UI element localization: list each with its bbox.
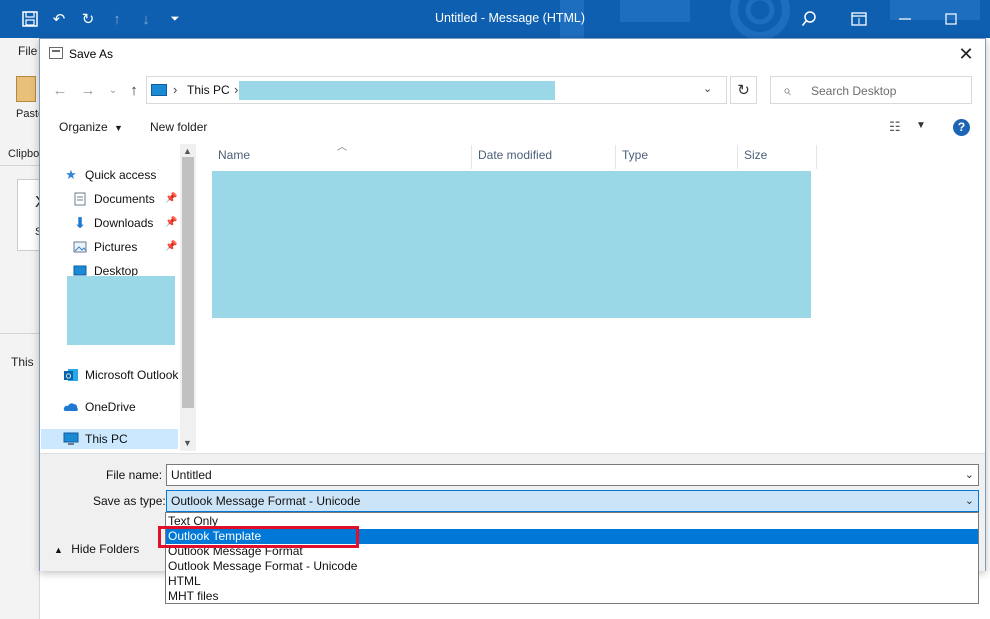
file-name-value: Untitled xyxy=(171,468,212,482)
close-button[interactable]: ✕ xyxy=(955,44,977,66)
outlook-icon: O xyxy=(63,367,79,383)
file-tab[interactable]: File xyxy=(18,44,37,58)
download-icon: ⬇ xyxy=(73,215,87,232)
maximize-icon[interactable] xyxy=(941,9,961,29)
chevron-down-icon[interactable]: ⌄ xyxy=(965,465,974,485)
redacted-folder xyxy=(67,276,175,345)
refresh-button[interactable]: ↻ xyxy=(730,76,757,104)
collapse-icon: ▲ xyxy=(54,545,63,555)
breadcrumb-this-pc[interactable]: This PC xyxy=(187,83,230,97)
dialog-window-icon xyxy=(49,47,63,59)
chevron-down-icon[interactable]: ⌄ xyxy=(965,491,974,511)
computer-icon xyxy=(63,431,79,447)
column-size[interactable]: Size xyxy=(738,145,817,169)
address-bar[interactable]: › This PC › ⌄ xyxy=(146,76,727,104)
svg-text:O: O xyxy=(66,373,72,381)
pictures-icon xyxy=(72,239,88,255)
column-name[interactable]: Name xyxy=(212,145,472,169)
change-view-icon[interactable]: ☷ xyxy=(889,119,901,135)
pin-icon[interactable]: 📌 xyxy=(165,241,177,252)
pin-icon[interactable]: 📌 xyxy=(165,193,177,204)
option-outlook-message-format-unicode[interactable]: Outlook Message Format - Unicode xyxy=(166,559,978,574)
help-icon[interactable]: ? xyxy=(953,119,970,136)
this-pc-icon xyxy=(151,84,167,96)
breadcrumb-separator[interactable]: › xyxy=(173,82,177,97)
search-box[interactable]: ⌕ Search Desktop xyxy=(770,76,972,104)
window-title: Untitled - Message (HTML) xyxy=(434,11,586,25)
address-dropdown-icon[interactable]: ⌄ xyxy=(703,82,712,95)
dialog-title: Save As xyxy=(69,47,114,61)
nav-documents-label: Documents xyxy=(94,192,155,206)
documents-icon xyxy=(72,191,88,207)
organize-label: Organize xyxy=(59,120,108,134)
nav-downloads-label: Downloads xyxy=(94,216,154,230)
save-as-type-value: Outlook Message Format - Unicode xyxy=(171,494,361,508)
option-outlook-template[interactable]: Outlook Template xyxy=(166,529,978,544)
nav-microsoft-outlook[interactable]: O Microsoft Outlook xyxy=(63,365,178,385)
search-placeholder: Search Desktop xyxy=(811,84,897,98)
clipboard-group-label: Clipbo xyxy=(8,148,40,160)
save-as-type-dropdown: Text Only Outlook Template Outlook Messa… xyxy=(165,512,979,604)
option-mht-files[interactable]: MHT files xyxy=(166,589,978,604)
chevron-down-icon: ▼ xyxy=(114,123,123,133)
recent-locations-icon[interactable]: ⌄ xyxy=(102,79,124,101)
hide-folders-button[interactable]: ▲ Hide Folders xyxy=(54,542,139,556)
save-as-dialog: Save As ✕ ← → ⌄ ↑ › This PC › ⌄ ↻ ⌕ Sear… xyxy=(39,38,986,571)
star-icon: ★ xyxy=(65,167,77,182)
ribbon-display-icon[interactable] xyxy=(849,9,869,29)
file-name-input[interactable]: Untitled ⌄ xyxy=(166,464,979,486)
column-date-modified[interactable]: Date modified xyxy=(472,145,616,169)
nav-documents[interactable]: Documents xyxy=(72,189,155,209)
nav-this-pc-label: This PC xyxy=(85,432,128,446)
forward-icon[interactable]: → xyxy=(77,79,99,101)
nav-microsoft-outlook-label: Microsoft Outlook xyxy=(85,368,179,382)
save-as-type-label: Save as type: xyxy=(93,494,166,508)
save-as-type-select[interactable]: Outlook Message Format - Unicode ⌄ xyxy=(166,490,979,512)
option-outlook-message-format[interactable]: Outlook Message Format xyxy=(166,544,978,559)
nav-quick-access[interactable]: ★ Quick access xyxy=(63,165,156,185)
body-text-fragment: This xyxy=(11,355,34,369)
back-icon[interactable]: ← xyxy=(49,79,71,101)
option-text-only[interactable]: Text Only xyxy=(166,514,978,529)
up-folder-icon[interactable]: ↑ xyxy=(123,79,145,101)
ribbon-divider xyxy=(0,165,40,166)
view-options-dropdown-icon[interactable]: ▼ xyxy=(916,120,926,131)
dialog-title-bar: Save As ✕ xyxy=(40,39,985,69)
nav-onedrive[interactable]: OneDrive xyxy=(63,397,136,417)
breadcrumb-separator-2[interactable]: › xyxy=(234,82,238,97)
pin-icon[interactable]: 📌 xyxy=(165,217,177,228)
file-name-label: File name: xyxy=(106,468,163,482)
redacted-path xyxy=(239,81,555,100)
title-bar: ↶ ↻ ↑ ↓ ⏷ Untitled - Message (HTML) xyxy=(0,0,990,38)
nav-downloads[interactable]: ⬇ Downloads xyxy=(72,213,154,233)
nav-onedrive-label: OneDrive xyxy=(85,400,136,414)
search-icon: ⌕ xyxy=(783,82,791,98)
option-html[interactable]: HTML xyxy=(166,574,978,589)
search-icon[interactable] xyxy=(799,9,819,29)
hide-folders-label: Hide Folders xyxy=(71,542,140,556)
cloud-icon xyxy=(63,399,79,415)
scroll-down-icon[interactable]: ▼ xyxy=(183,438,192,448)
organize-button[interactable]: Organize ▼ xyxy=(59,120,123,134)
column-type[interactable]: Type xyxy=(616,145,738,169)
redacted-file-list xyxy=(212,171,811,318)
nav-pictures[interactable]: Pictures xyxy=(72,237,137,257)
nav-this-pc[interactable]: This PC xyxy=(41,429,178,449)
scroll-up-icon[interactable]: ▲ xyxy=(183,146,192,156)
outlook-ribbon-background xyxy=(0,38,40,619)
nav-quick-access-label: Quick access xyxy=(85,168,157,182)
navigation-pane: ★ Quick access Documents 📌 ⬇ Downloads 📌… xyxy=(40,144,195,451)
nav-scrollbar[interactable]: ▲ ▼ xyxy=(180,144,196,451)
new-folder-button[interactable]: New folder xyxy=(150,120,207,134)
nav-pictures-label: Pictures xyxy=(94,240,138,254)
scroll-thumb[interactable] xyxy=(182,157,194,408)
minimize-icon[interactable] xyxy=(895,9,915,29)
outlook-panel: X S xyxy=(17,179,46,251)
paste-icon[interactable] xyxy=(16,76,36,102)
body-divider xyxy=(0,333,40,334)
